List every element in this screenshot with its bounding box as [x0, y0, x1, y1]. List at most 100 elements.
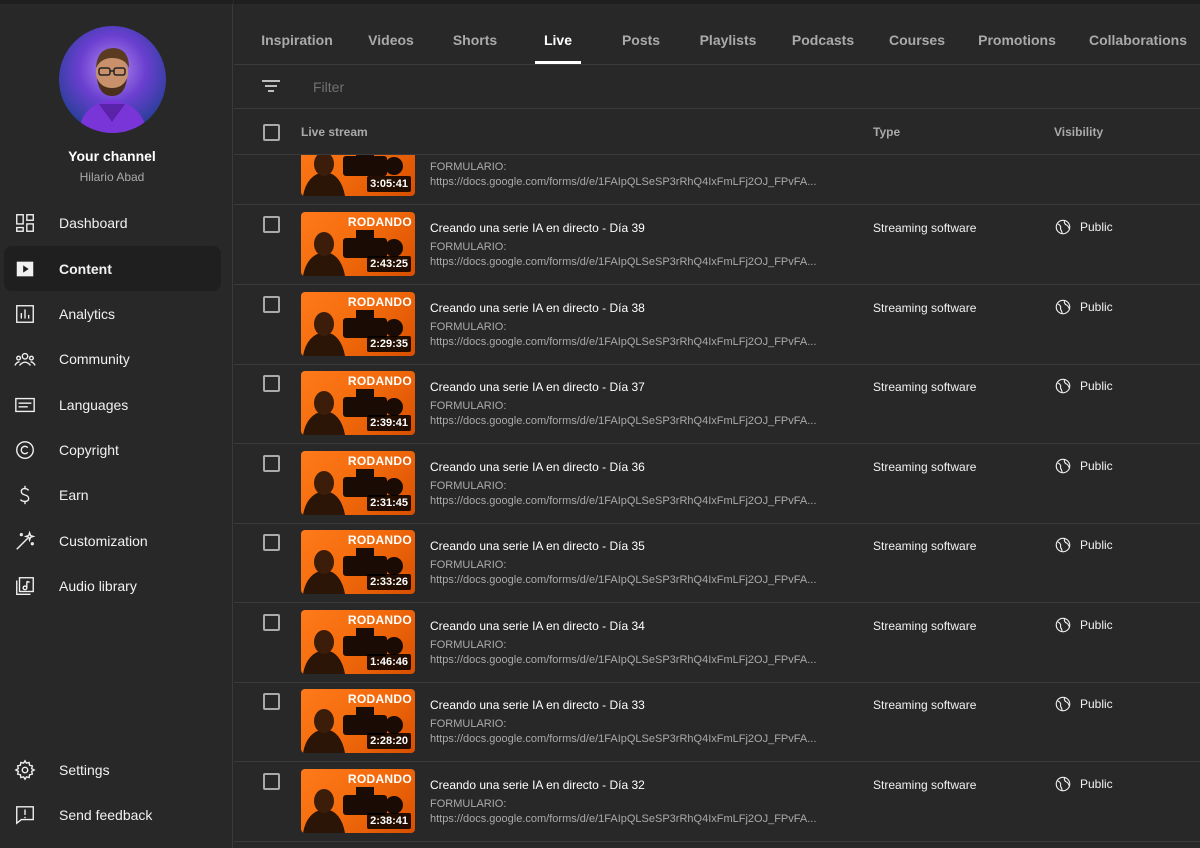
table-row[interactable]: RODANDO 2:39:41 Creando una serie IA en … — [234, 364, 1200, 444]
stream-type: Streaming software — [873, 777, 977, 792]
sidebar-item-dashboard[interactable]: Dashboard — [4, 200, 221, 245]
visibility-cell[interactable]: Public — [1054, 457, 1113, 475]
tab-promotions[interactable]: Promotions — [978, 32, 1056, 48]
sidebar-item-customization[interactable]: Customization — [4, 518, 221, 563]
visibility-cell[interactable]: Public — [1054, 775, 1113, 793]
row-checkbox[interactable] — [263, 534, 280, 551]
row-checkbox[interactable] — [263, 295, 280, 313]
avatar[interactable] — [59, 26, 166, 133]
video-duration: 2:38:41 — [367, 812, 411, 829]
content-icon — [14, 258, 54, 280]
select-all-checkbox[interactable] — [263, 124, 280, 141]
video-description: FORMULARIO: — [430, 320, 507, 333]
video-title[interactable]: Creando una serie IA en directo - Día 32 — [430, 778, 645, 792]
visibility-cell[interactable]: Public — [1054, 298, 1113, 316]
row-checkbox[interactable] — [263, 454, 280, 472]
table-row[interactable]: RODANDO 2:43:25 Creando una serie IA en … — [234, 205, 1200, 285]
visibility-label: Public — [1080, 538, 1113, 552]
thumbnail-badge: RODANDO — [347, 771, 412, 786]
video-duration: 2:29:35 — [367, 335, 411, 352]
stream-type: Streaming software — [873, 380, 977, 394]
sidebar-item-label: Send feedback — [59, 806, 153, 823]
tab-bar: Inspiration Videos Shorts Live Posts Pla… — [234, 14, 1200, 65]
tab-collaborations[interactable]: Collaborations — [1089, 32, 1187, 48]
sidebar-item-analytics[interactable]: Analytics — [4, 291, 221, 336]
gear-icon — [14, 758, 54, 781]
tab-podcasts[interactable]: Podcasts — [792, 32, 854, 48]
dashboard-icon — [14, 212, 54, 234]
sidebar-item-audio-library[interactable]: Audio library — [4, 563, 221, 608]
table-row[interactable]: RODANDO 2:28:20 Creando una serie IA en … — [234, 682, 1200, 762]
globe-icon — [1055, 776, 1071, 791]
visibility-label: Public — [1080, 220, 1113, 234]
sidebar-item-label: Customization — [59, 532, 148, 549]
row-checkbox[interactable] — [263, 613, 280, 631]
visibility-cell[interactable]: Public — [1054, 616, 1113, 634]
sidebar-item-settings[interactable]: Settings — [4, 747, 221, 792]
filter-icon[interactable] — [261, 78, 281, 94]
tab-inspiration[interactable]: Inspiration — [261, 32, 333, 48]
stream-type: Streaming software — [873, 459, 977, 474]
visibility-cell[interactable]: Public — [1054, 536, 1113, 554]
video-thumbnail[interactable]: RODANDO 2:31:45 — [301, 450, 415, 515]
video-thumbnail[interactable]: 3:05:41 — [301, 155, 415, 196]
sidebar-item-content[interactable]: Content — [4, 246, 221, 291]
tab-courses[interactable]: Courses — [889, 32, 945, 48]
sidebar-item-label: Earn — [59, 486, 89, 503]
video-title[interactable]: Creando una serie IA en directo - Día 39 — [430, 221, 645, 235]
video-title[interactable]: Creando una serie IA en directo - Día 38 — [430, 301, 645, 315]
thumbnail-badge: RODANDO — [347, 294, 412, 309]
table-row[interactable]: RODANDO 2:31:45 Creando una serie IA en … — [234, 444, 1200, 524]
filter-input[interactable]: Filter — [313, 79, 344, 95]
sidebar-item-send-feedback[interactable]: Send feedback — [4, 792, 221, 837]
sidebar-item-label: Community — [59, 350, 130, 367]
sidebar-item-label: Settings — [59, 761, 110, 778]
video-thumbnail[interactable]: RODANDO 2:28:20 — [301, 689, 415, 753]
video-title[interactable]: Creando una serie IA en directo - Día 33 — [430, 698, 645, 712]
tab-posts[interactable]: Posts — [622, 32, 660, 48]
table-row[interactable]: RODANDO 2:29:35 Creando una serie IA en … — [234, 285, 1200, 365]
table-row-partial[interactable]: 3:05:41 FORMULARIO: https://docs.google.… — [234, 155, 1200, 205]
video-thumbnail[interactable]: RODANDO 2:38:41 — [301, 768, 415, 833]
visibility-cell[interactable]: Public — [1054, 695, 1113, 713]
video-description-link: https://docs.google.com/forms/d/e/1FAIpQ… — [430, 494, 817, 507]
table-row[interactable]: RODANDO 2:38:41 Creando una serie IA en … — [234, 762, 1200, 842]
top-border — [0, 0, 233, 4]
video-title[interactable]: Creando una serie IA en directo - Día 35 — [430, 539, 645, 553]
video-title[interactable]: Creando una serie IA en directo - Día 36 — [430, 460, 645, 474]
video-title[interactable]: Creando una serie IA en directo - Día 37 — [430, 380, 645, 394]
tab-videos[interactable]: Videos — [368, 32, 414, 48]
sidebar-item-community[interactable]: Community — [4, 336, 221, 381]
video-thumbnail[interactable]: RODANDO 1:46:46 — [301, 609, 415, 674]
row-checkbox[interactable] — [263, 216, 280, 233]
video-title[interactable]: Creando una serie IA en directo - Día 34 — [430, 619, 645, 633]
visibility-cell[interactable]: Public — [1054, 218, 1113, 236]
globe-icon — [1055, 458, 1071, 473]
row-checkbox[interactable] — [263, 693, 280, 710]
table-body: 3:05:41 FORMULARIO: https://docs.google.… — [234, 155, 1200, 848]
tab-live[interactable]: Live — [544, 32, 572, 48]
sidebar-item-earn[interactable]: Earn — [4, 472, 221, 517]
sidebar-item-label: Dashboard — [59, 214, 128, 231]
visibility-cell[interactable]: Public — [1054, 377, 1113, 395]
globe-icon — [1055, 537, 1071, 553]
header-visibility[interactable]: Visibility — [1054, 125, 1103, 139]
tab-shorts[interactable]: Shorts — [453, 32, 497, 48]
main-content: Inspiration Videos Shorts Live Posts Pla… — [234, 0, 1200, 848]
video-thumbnail[interactable]: RODANDO 2:33:26 — [301, 530, 415, 594]
video-thumbnail[interactable]: RODANDO 2:43:25 — [301, 212, 415, 276]
sidebar-item-languages[interactable]: Languages — [4, 382, 221, 427]
video-description: FORMULARIO: — [430, 797, 507, 810]
header-live-stream[interactable]: Live stream — [301, 125, 368, 139]
tab-playlists[interactable]: Playlists — [700, 32, 757, 48]
globe-icon — [1055, 696, 1071, 712]
row-checkbox[interactable] — [263, 772, 280, 790]
table-row[interactable]: RODANDO 1:46:46 Creando una serie IA en … — [234, 603, 1200, 683]
video-description-link: https://docs.google.com/forms/d/e/1FAIpQ… — [430, 812, 817, 825]
header-type[interactable]: Type — [873, 125, 900, 139]
row-checkbox[interactable] — [263, 375, 280, 392]
video-thumbnail[interactable]: RODANDO 2:29:35 — [301, 291, 415, 356]
table-row[interactable]: RODANDO 2:33:26 Creando una serie IA en … — [234, 523, 1200, 603]
sidebar-item-copyright[interactable]: Copyright — [4, 427, 221, 472]
video-thumbnail[interactable]: RODANDO 2:39:41 — [301, 371, 415, 435]
